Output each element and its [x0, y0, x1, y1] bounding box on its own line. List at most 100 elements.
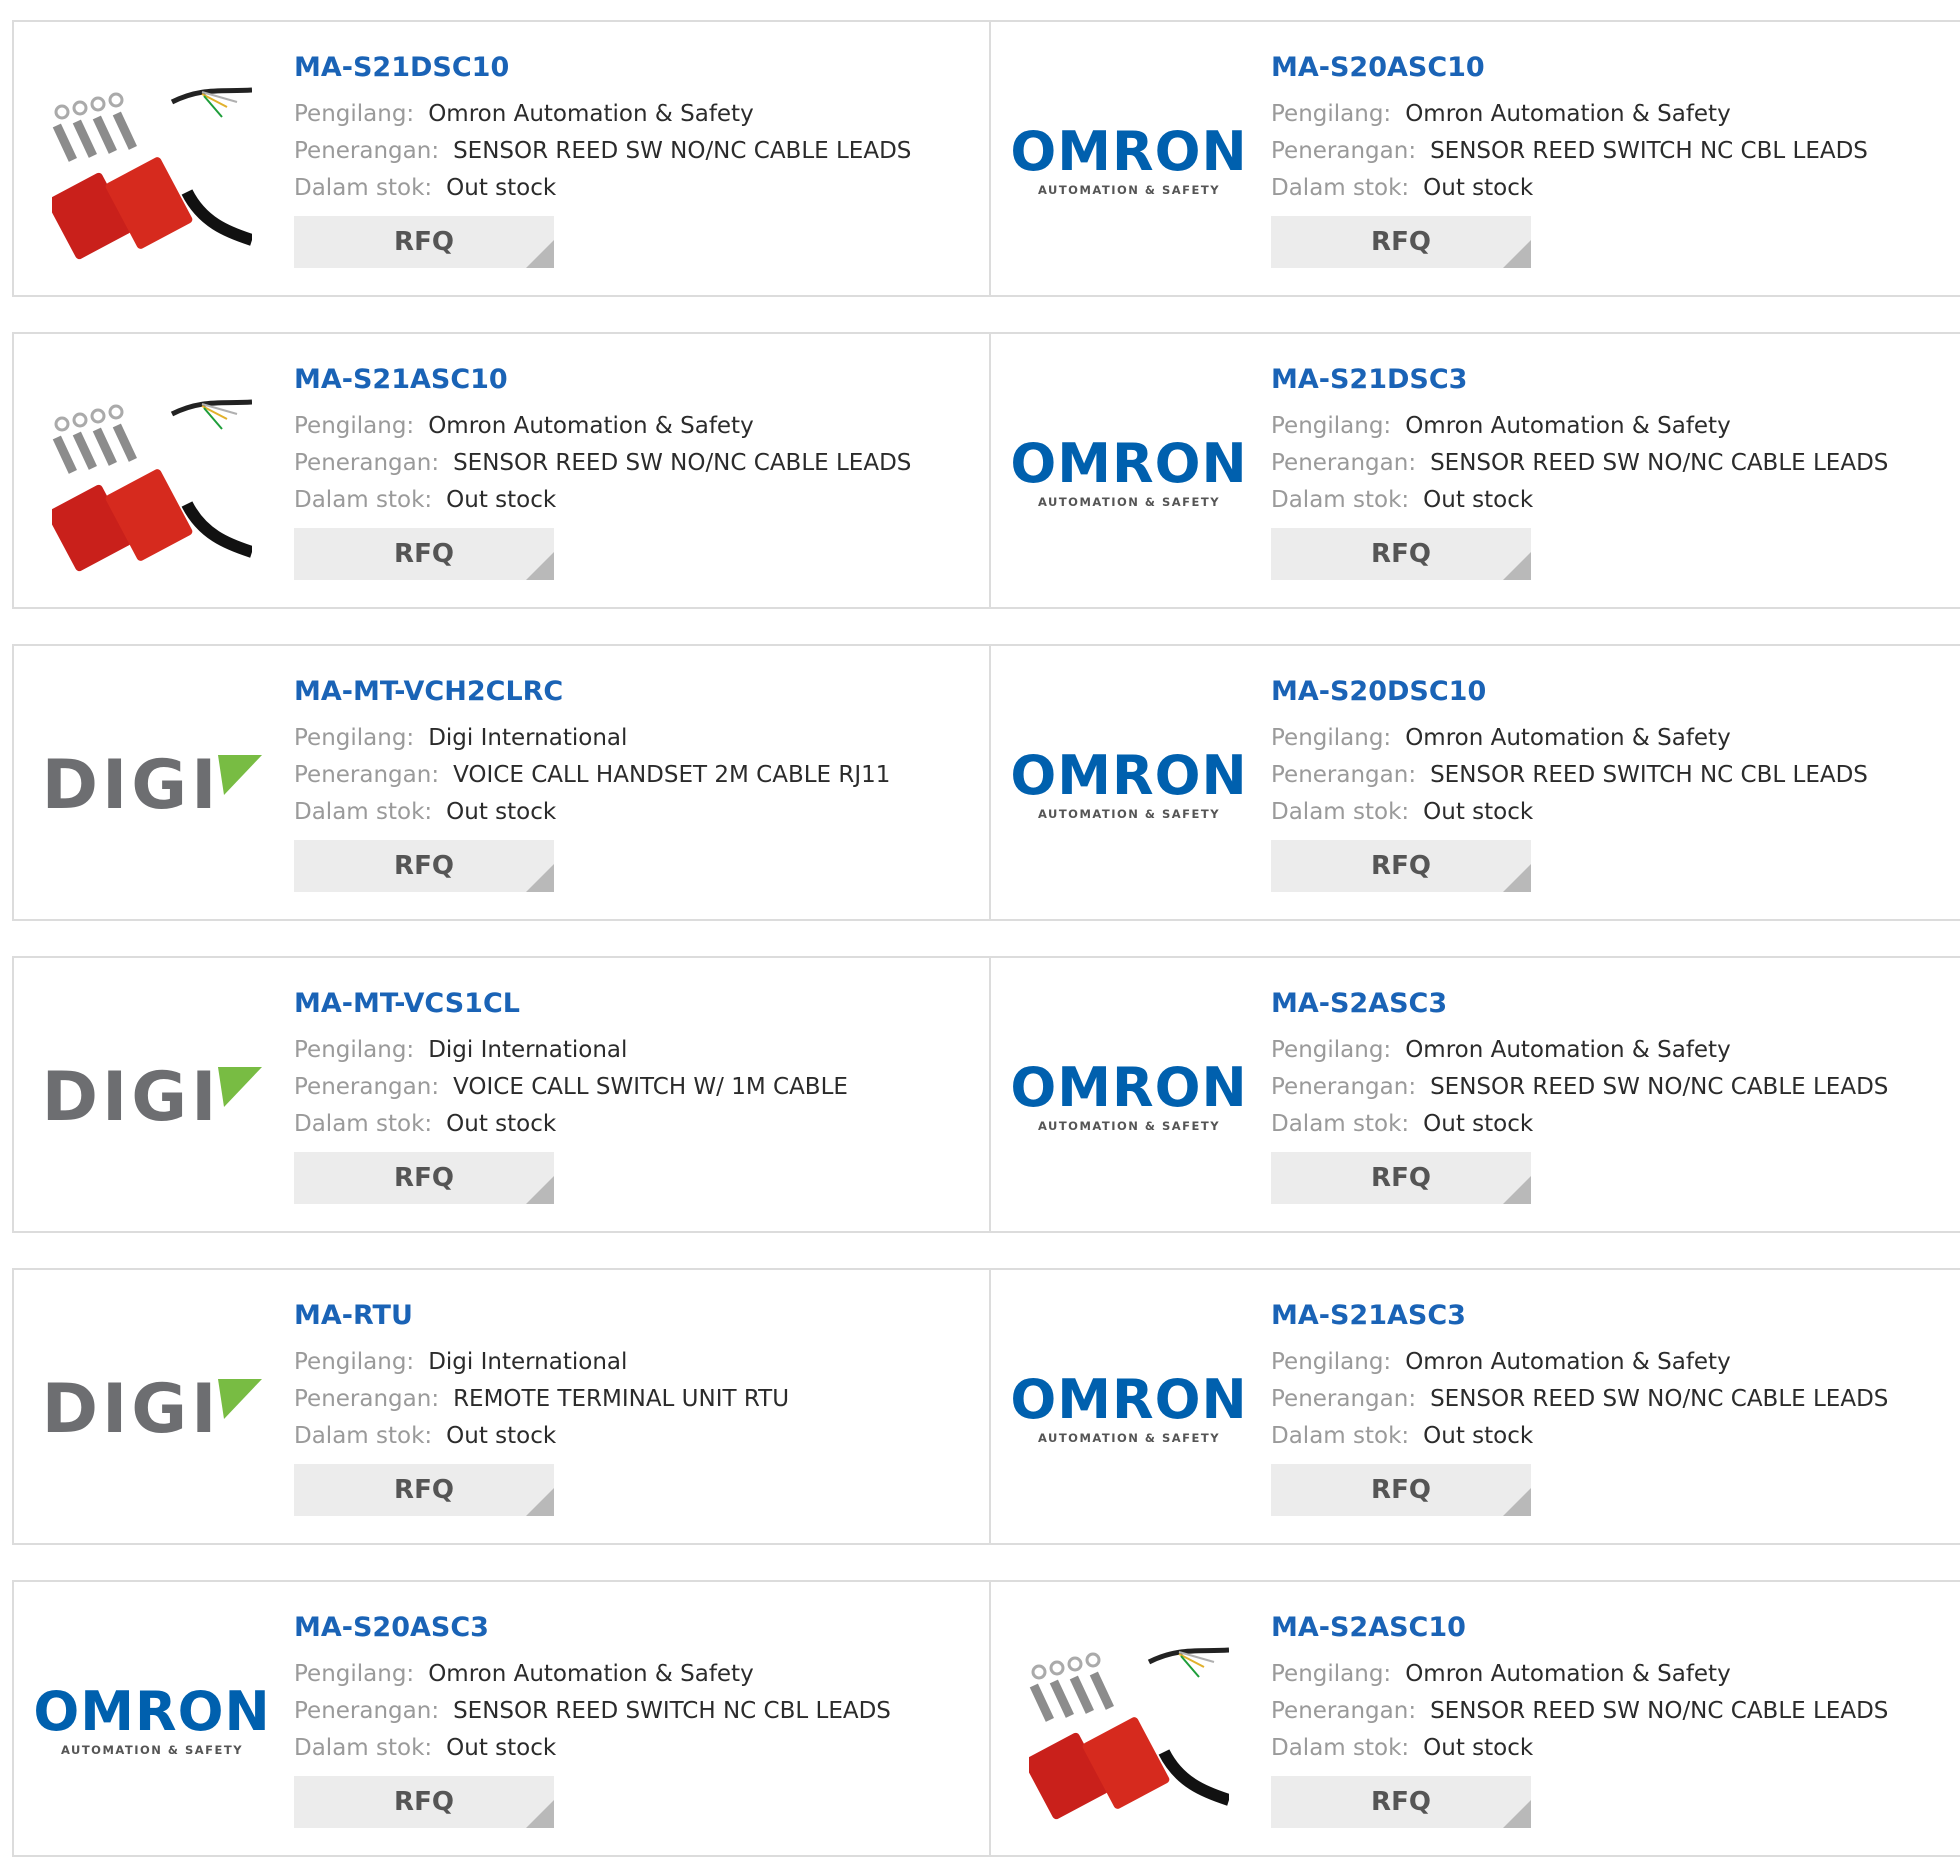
description-value: SENSOR REED SWITCH NC CBL LEADS	[1430, 762, 1868, 788]
description-row: Penerangan: VOICE CALL SWITCH W/ 1M CABLE	[294, 1069, 979, 1106]
description-row: Penerangan: SENSOR REED SW NO/NC CABLE LE…	[294, 445, 979, 482]
product-thumbnail[interactable]	[1029, 1622, 1229, 1822]
part-number-link[interactable]: MA-S20DSC10	[1271, 674, 1960, 710]
rfq-button[interactable]: RFQ	[294, 1464, 554, 1516]
product-info: MA-S20ASC3 Pengilang: Omron Automation & …	[294, 1610, 979, 1828]
stock-value: Out stock	[1423, 487, 1534, 513]
part-number-link[interactable]: MA-S21ASC10	[294, 362, 979, 398]
rfq-button[interactable]: RFQ	[1271, 840, 1531, 892]
product-thumbnail[interactable]: OMRON AUTOMATION & SAFETY	[33, 1622, 269, 1822]
product-thumbnail[interactable]: OMRON AUTOMATION & SAFETY	[1010, 374, 1246, 574]
stock-row: Dalam stok: Out stock	[1271, 1106, 1960, 1143]
description-value: SENSOR REED SW NO/NC CABLE LEADS	[1430, 1074, 1889, 1100]
product-thumbnail[interactable]: OMRON AUTOMATION & SAFETY	[1010, 998, 1246, 1198]
product-info: MA-S20ASC10 Pengilang: Omron Automation &…	[1271, 50, 1960, 268]
product-thumbnail[interactable]: OMRON AUTOMATION & SAFETY	[1010, 1310, 1246, 1510]
rfq-button[interactable]: RFQ	[1271, 1776, 1531, 1828]
rfq-button-label: RFQ	[1371, 1787, 1431, 1817]
stock-value: Out stock	[446, 1423, 557, 1449]
rfq-button[interactable]: RFQ	[294, 528, 554, 580]
description-label: Penerangan:	[294, 1386, 440, 1412]
stock-row: Dalam stok: Out stock	[294, 1418, 979, 1455]
stock-row: Dalam stok: Out stock	[1271, 794, 1960, 831]
manufacturer-row: Pengilang: Digi International	[294, 720, 979, 757]
stock-value: Out stock	[446, 1111, 557, 1137]
product-info: MA-S20DSC10 Pengilang: Omron Automation &…	[1271, 674, 1960, 892]
description-label: Penerangan:	[1271, 138, 1417, 164]
part-number-link[interactable]: MA-MT-VCH2CLRC	[294, 674, 979, 710]
rfq-button[interactable]: RFQ	[294, 1776, 554, 1828]
stock-label: Dalam stok:	[1271, 1735, 1410, 1761]
rfq-corner-decoration	[1503, 240, 1531, 268]
part-number-link[interactable]: MA-RTU	[294, 1298, 979, 1334]
manufacturer-value: Digi International	[428, 725, 628, 751]
product-thumbnail[interactable]	[52, 374, 252, 574]
product-thumbnail[interactable]: DIGI	[42, 998, 263, 1198]
product-info: MA-MT-VCH2CLRC Pengilang: Digi Internatio…	[294, 674, 979, 892]
stock-row: Dalam stok: Out stock	[294, 1106, 979, 1143]
description-value: VOICE CALL SWITCH W/ 1M CABLE	[453, 1074, 848, 1100]
product-card: MA-S21DSC10 Pengilang: Omron Automation &…	[12, 20, 991, 297]
digi-logo: DIGI	[42, 751, 263, 821]
manufacturer-value: Omron Automation & Safety	[1405, 1349, 1731, 1375]
description-label: Penerangan:	[294, 1074, 440, 1100]
stock-label: Dalam stok:	[294, 487, 433, 513]
part-number-link[interactable]: MA-S2ASC3	[1271, 986, 1960, 1022]
stock-row: Dalam stok: Out stock	[1271, 1730, 1960, 1767]
product-photo-reed-switch	[52, 87, 252, 260]
omron-logo: OMRON AUTOMATION & SAFETY	[1010, 432, 1248, 510]
stock-row: Dalam stok: Out stock	[1271, 482, 1960, 519]
product-thumbnail[interactable]: DIGI	[42, 1310, 263, 1510]
manufacturer-value: Omron Automation & Safety	[1405, 1037, 1731, 1063]
rfq-button[interactable]: RFQ	[294, 840, 554, 892]
rfq-button[interactable]: RFQ	[1271, 1464, 1531, 1516]
rfq-button[interactable]: RFQ	[1271, 1152, 1531, 1204]
omron-logo: OMRON AUTOMATION & SAFETY	[1010, 1056, 1248, 1134]
product-thumbnail[interactable]: OMRON AUTOMATION & SAFETY	[1010, 62, 1246, 262]
digi-logo: DIGI	[42, 1063, 263, 1133]
part-number-link[interactable]: MA-S2ASC10	[1271, 1610, 1960, 1646]
rfq-corner-decoration	[1503, 1488, 1531, 1516]
rfq-button[interactable]: RFQ	[294, 1152, 554, 1204]
part-number-link[interactable]: MA-MT-VCS1CL	[294, 986, 979, 1022]
product-card: DIGI MA-MT-VCS1CL Pengilang: Digi Interna…	[12, 956, 991, 1233]
manufacturer-row: Pengilang: Omron Automation & Safety	[294, 1656, 979, 1693]
rfq-corner-decoration	[1503, 552, 1531, 580]
manufacturer-value: Digi International	[428, 1349, 628, 1375]
manufacturer-label: Pengilang:	[1271, 101, 1392, 127]
description-label: Penerangan:	[294, 138, 440, 164]
part-number-link[interactable]: MA-S21DSC10	[294, 50, 979, 86]
manufacturer-label: Pengilang:	[294, 413, 415, 439]
stock-label: Dalam stok:	[294, 1423, 433, 1449]
part-number-link[interactable]: MA-S21DSC3	[1271, 362, 1960, 398]
product-thumbnail[interactable]: DIGI	[42, 686, 263, 886]
description-label: Penerangan:	[1271, 1386, 1417, 1412]
rfq-button[interactable]: RFQ	[1271, 528, 1531, 580]
stock-label: Dalam stok:	[1271, 1423, 1410, 1449]
manufacturer-label: Pengilang:	[294, 1661, 415, 1687]
product-info: MA-MT-VCS1CL Pengilang: Digi Internationa…	[294, 986, 979, 1204]
description-row: Penerangan: SENSOR REED SWITCH NC CBL LEA…	[1271, 133, 1960, 170]
product-card: OMRON AUTOMATION & SAFETY MA-S21DSC3 Pen…	[989, 332, 1960, 609]
rfq-corner-decoration	[526, 864, 554, 892]
manufacturer-value: Omron Automation & Safety	[428, 1661, 754, 1687]
part-number-link[interactable]: MA-S20ASC10	[1271, 50, 1960, 86]
stock-label: Dalam stok:	[1271, 799, 1410, 825]
rfq-button[interactable]: RFQ	[1271, 216, 1531, 268]
description-label: Penerangan:	[1271, 1074, 1417, 1100]
product-thumbnail[interactable]: OMRON AUTOMATION & SAFETY	[1010, 686, 1246, 886]
description-row: Penerangan: SENSOR REED SW NO/NC CABLE LE…	[1271, 1069, 1960, 1106]
product-thumbnail[interactable]	[52, 62, 252, 262]
product-card: DIGI MA-MT-VCH2CLRC Pengilang: Digi Inter…	[12, 644, 991, 921]
manufacturer-label: Pengilang:	[1271, 1661, 1392, 1687]
part-number-link[interactable]: MA-S20ASC3	[294, 1610, 979, 1646]
product-info: MA-S21ASC10 Pengilang: Omron Automation &…	[294, 362, 979, 580]
rfq-corner-decoration	[526, 240, 554, 268]
description-value: SENSOR REED SW NO/NC CABLE LEADS	[453, 450, 912, 476]
manufacturer-value: Omron Automation & Safety	[1405, 725, 1731, 751]
rfq-button[interactable]: RFQ	[294, 216, 554, 268]
rfq-corner-decoration	[526, 552, 554, 580]
stock-label: Dalam stok:	[294, 1111, 433, 1137]
description-label: Penerangan:	[1271, 450, 1417, 476]
part-number-link[interactable]: MA-S21ASC3	[1271, 1298, 1960, 1334]
